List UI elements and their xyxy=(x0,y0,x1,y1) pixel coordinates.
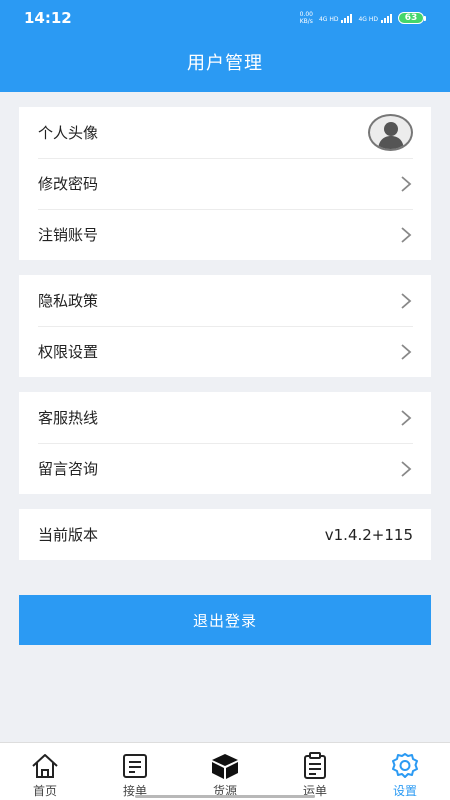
status-time: 14:12 xyxy=(24,9,72,27)
tab-waybill[interactable]: 运单 xyxy=(270,743,360,800)
tab-settings-label: 设置 xyxy=(392,784,417,798)
signal-bars-icon xyxy=(381,13,392,23)
avatar-label: 个人头像 xyxy=(38,124,99,142)
chevron-right-icon xyxy=(401,409,412,426)
clipboard-icon xyxy=(304,752,326,779)
chevron-right-icon xyxy=(401,343,412,360)
hotline-label: 客服热线 xyxy=(38,409,99,427)
network-speed-unit: KB/s xyxy=(299,18,313,25)
support-group: 客服热线 留言咨询 xyxy=(19,392,431,494)
message-consult-row[interactable]: 留言咨询 xyxy=(19,443,431,494)
battery-level: 63 xyxy=(398,12,424,24)
signal-2: 4G HD xyxy=(358,13,392,23)
version-label: 当前版本 xyxy=(38,526,99,544)
user-silhouette-icon xyxy=(377,122,404,149)
status-bar: 14:12 0.00 KB/s 4G HD 4G HD 63 xyxy=(0,0,450,36)
privacy-policy-label: 隐私政策 xyxy=(38,292,99,310)
tab-home-label: 首页 xyxy=(32,784,57,798)
tab-home[interactable]: 首页 xyxy=(0,743,90,800)
change-password-row[interactable]: 修改密码 xyxy=(19,158,431,209)
permissions-row[interactable]: 权限设置 xyxy=(19,326,431,377)
network-speed: 0.00 KB/s xyxy=(300,11,313,25)
logout-button[interactable]: 退出登录 xyxy=(19,595,431,645)
account-group: 个人头像 修改密码 注销账号 xyxy=(19,107,431,260)
privacy-policy-row[interactable]: 隐私政策 xyxy=(19,275,431,326)
network-speed-value: 0.00 xyxy=(299,11,313,18)
battery-icon: 63 xyxy=(398,12,426,24)
header: 14:12 0.00 KB/s 4G HD 4G HD 63 用户管理 xyxy=(0,0,450,92)
message-consult-label: 留言咨询 xyxy=(38,460,99,478)
order-list-icon xyxy=(123,754,147,778)
deregister-account-label: 注销账号 xyxy=(38,226,99,244)
signal-1-label: 4G HD xyxy=(318,15,339,23)
tab-cargo[interactable]: 货源 xyxy=(180,743,270,800)
avatar[interactable] xyxy=(368,114,413,151)
chevron-right-icon xyxy=(401,292,412,309)
change-password-label: 修改密码 xyxy=(38,175,99,193)
deregister-account-row[interactable]: 注销账号 xyxy=(19,209,431,260)
signal-2-label: 4G HD xyxy=(358,15,378,23)
tab-orders[interactable]: 接单 xyxy=(90,743,180,800)
home-icon xyxy=(32,754,58,778)
tab-settings[interactable]: 设置 xyxy=(360,743,450,800)
status-indicators: 0.00 KB/s 4G HD 4G HD 63 xyxy=(300,11,426,25)
chevron-right-icon xyxy=(401,226,412,243)
page-title: 用户管理 xyxy=(187,53,263,74)
chevron-right-icon xyxy=(401,460,412,477)
gear-icon xyxy=(392,753,418,778)
home-indicator xyxy=(135,795,315,798)
tab-bar: 首页 接单 货源 运单 设置 xyxy=(0,742,450,800)
signal-1: 4G HD xyxy=(318,13,353,23)
signal-bars-icon xyxy=(341,13,353,23)
version-group: 当前版本 v1.4.2+115 xyxy=(19,509,431,560)
hotline-row[interactable]: 客服热线 xyxy=(19,392,431,443)
chevron-right-icon xyxy=(401,175,412,192)
box-icon xyxy=(212,754,238,779)
avatar-row[interactable]: 个人头像 xyxy=(19,107,431,158)
version-row: 当前版本 v1.4.2+115 xyxy=(19,509,431,560)
policy-group: 隐私政策 权限设置 xyxy=(19,275,431,377)
version-value: v1.4.2+115 xyxy=(324,525,413,544)
permissions-label: 权限设置 xyxy=(38,343,99,361)
